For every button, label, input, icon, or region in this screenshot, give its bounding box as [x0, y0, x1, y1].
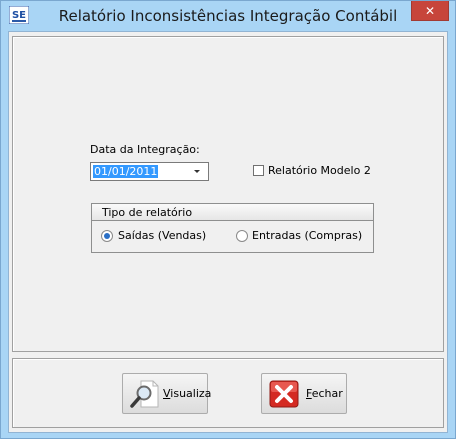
- fechar-label: Fechar: [306, 387, 343, 400]
- close-button[interactable]: ✕: [411, 1, 449, 21]
- chevron-down-icon[interactable]: [194, 170, 200, 173]
- magnifier-icon: [130, 380, 159, 408]
- fechar-button[interactable]: Fechar: [261, 373, 347, 414]
- close-x-icon: [269, 380, 299, 408]
- date-label: Data da Integração:: [90, 143, 200, 156]
- window-title: Relatório Inconsistências Integração Con…: [58, 7, 398, 25]
- radio-saidas[interactable]: [101, 230, 113, 242]
- app-logo-icon: SE: [9, 6, 29, 24]
- title-bar[interactable]: SE Relatório Inconsistências Integração …: [1, 1, 455, 31]
- radio-entradas-label[interactable]: Entradas (Compras): [252, 229, 362, 242]
- report-type-header: Tipo de relatório: [92, 204, 373, 221]
- model2-label[interactable]: Relatório Modelo 2: [268, 164, 371, 177]
- radio-entradas[interactable]: [236, 230, 248, 242]
- client-area: Data da Integração: 01/01/2011 Relatório…: [8, 31, 448, 433]
- options-panel: Data da Integração: 01/01/2011 Relatório…: [12, 36, 444, 352]
- app-logo-text: SE: [12, 10, 26, 21]
- date-picker[interactable]: 01/01/2011: [90, 162, 209, 181]
- visualiza-button[interactable]: Visualiza: [122, 373, 212, 414]
- radio-selected-dot: [104, 233, 110, 239]
- button-panel: Visualiza Fechar: [12, 358, 444, 428]
- radio-saidas-label[interactable]: Saídas (Vendas): [118, 229, 206, 242]
- close-icon: ✕: [424, 3, 436, 18]
- report-type-title: Tipo de relatório: [102, 206, 193, 219]
- report-type-group: Tipo de relatório Saídas (Vendas) Entrad…: [91, 203, 374, 253]
- date-value: 01/01/2011: [93, 165, 159, 178]
- visualiza-label: Visualiza: [163, 387, 212, 400]
- window: SE Relatório Inconsistências Integração …: [0, 0, 456, 439]
- model2-checkbox[interactable]: [253, 165, 264, 176]
